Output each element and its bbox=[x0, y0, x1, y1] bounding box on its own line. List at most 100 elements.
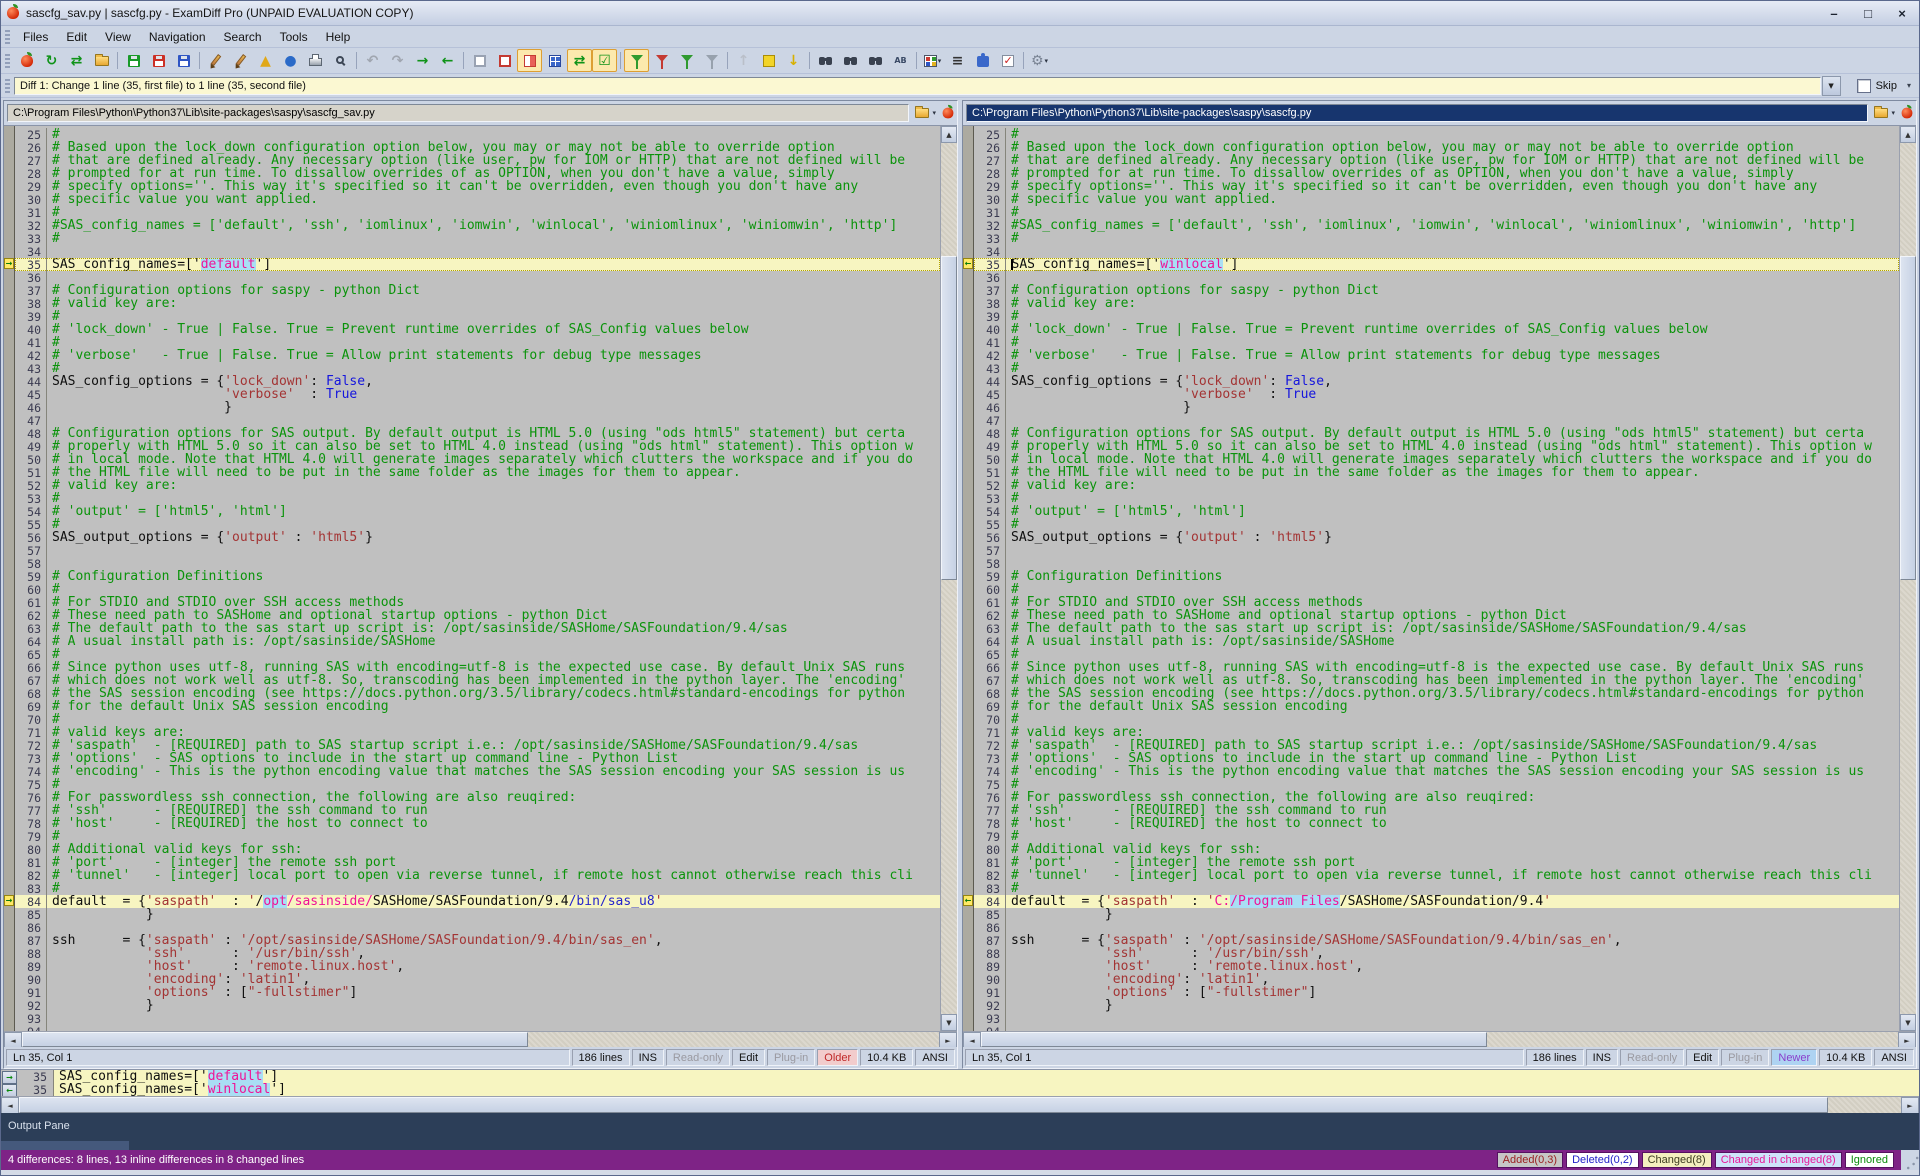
menu-view[interactable]: View bbox=[96, 28, 140, 46]
code-line-52[interactable]: 52# valid key are: bbox=[15, 479, 940, 492]
copy-left-marker-icon[interactable]: ← bbox=[963, 258, 973, 269]
code-line-65[interactable]: 65# bbox=[974, 648, 1899, 661]
filter-custom-icon[interactable] bbox=[699, 49, 724, 72]
filter-deleted-icon[interactable] bbox=[649, 49, 674, 72]
bottom-horizontal-scrollbar[interactable]: ◄ ► bbox=[1, 1096, 1919, 1113]
menu-edit[interactable]: Edit bbox=[57, 28, 96, 46]
diff-combo-dropdown[interactable]: ▼ bbox=[1822, 76, 1841, 96]
code-line-29[interactable]: 29# specify options=''. This way it's sp… bbox=[15, 180, 940, 193]
edit-second-file-icon[interactable] bbox=[228, 49, 253, 72]
code-line-55[interactable]: 55# bbox=[15, 518, 940, 531]
show-identical-icon[interactable] bbox=[467, 49, 492, 72]
code-line-33[interactable]: 33# bbox=[974, 232, 1899, 245]
next-diff-icon[interactable]: ↓ bbox=[781, 49, 806, 72]
code-line-59[interactable]: 59# Configuration Definitions bbox=[974, 570, 1899, 583]
code-line-79[interactable]: 79# bbox=[974, 830, 1899, 843]
code-line-47[interactable]: 47 bbox=[15, 414, 940, 427]
code-line-87[interactable]: 87ssh = {'saspath' : '/opt/sasinside/SAS… bbox=[15, 934, 940, 947]
code-line-68[interactable]: 68# the SAS session encoding (see https:… bbox=[974, 687, 1899, 700]
second-file-editor[interactable]: ←← 25#26# Based upon the lock_down confi… bbox=[963, 125, 1916, 1031]
menu-help[interactable]: Help bbox=[317, 28, 360, 46]
code-line-66[interactable]: 66# Since python uses utf-8, running SAS… bbox=[15, 661, 940, 674]
code-line-66[interactable]: 66# Since python uses utf-8, running SAS… bbox=[974, 661, 1899, 674]
first-hscroll-thumb[interactable] bbox=[22, 1032, 528, 1047]
code-line-56[interactable]: 56SAS_output_options = {'output' : 'html… bbox=[974, 531, 1899, 544]
code-line-82[interactable]: 82# 'tunnel' - [integer] local port to o… bbox=[15, 869, 940, 882]
code-line-82[interactable]: 82# 'tunnel' - [integer] local port to o… bbox=[974, 869, 1899, 882]
save-both-files-icon[interactable] bbox=[171, 49, 196, 72]
code-line-31[interactable]: 31# bbox=[974, 206, 1899, 219]
code-line-67[interactable]: 67# which does not work well as utf-8. S… bbox=[974, 674, 1899, 687]
code-line-57[interactable]: 57 bbox=[974, 544, 1899, 557]
code-line-25[interactable]: 25# bbox=[974, 128, 1899, 141]
code-line-28[interactable]: 28# prompted for at run time. To dissall… bbox=[974, 167, 1899, 180]
code-line-67[interactable]: 67# which does not work well as utf-8. S… bbox=[15, 674, 940, 687]
code-line-71[interactable]: 71# valid keys are: bbox=[974, 726, 1899, 739]
match-case-icon[interactable]: AB bbox=[888, 49, 913, 72]
code-line-31[interactable]: 31# bbox=[15, 206, 940, 219]
copy-right-marker-icon[interactable]: → bbox=[4, 258, 14, 269]
code-line-74[interactable]: 74# 'encoding' - This is the python enco… bbox=[974, 765, 1899, 778]
copy-left-marker-icon[interactable]: ← bbox=[963, 895, 973, 906]
code-line-30[interactable]: 30# specific value you want applied. bbox=[974, 193, 1899, 206]
code-line-42[interactable]: 42# 'verbose' - True | False. True = All… bbox=[15, 349, 940, 362]
code-line-58[interactable]: 58 bbox=[974, 557, 1899, 570]
code-line-65[interactable]: 65# bbox=[15, 648, 940, 661]
code-line-38[interactable]: 38# valid key are: bbox=[15, 297, 940, 310]
first-file-editor[interactable]: →→ 25#26# Based upon the lock_down confi… bbox=[4, 125, 957, 1031]
first-horizontal-scrollbar[interactable]: ◄ ► bbox=[4, 1031, 957, 1047]
code-line-61[interactable]: 61# For STDIO and STDIO over SSH access … bbox=[974, 596, 1899, 609]
code-line-41[interactable]: 41# bbox=[974, 336, 1899, 349]
sync-scroll-icon[interactable]: ⇄ bbox=[567, 49, 592, 72]
code-line-55[interactable]: 55# bbox=[974, 518, 1899, 531]
code-line-91[interactable]: 91 'options' : ["-fullstimer"] bbox=[974, 986, 1899, 999]
code-line-26[interactable]: 26# Based upon the lock_down configurati… bbox=[15, 141, 940, 154]
code-line-32[interactable]: 32#SAS_config_names = ['default', 'ssh',… bbox=[974, 219, 1899, 232]
diff-line-row[interactable]: ←35SAS_config_names=['winlocal'] bbox=[1, 1083, 1919, 1096]
second-vertical-scrollbar[interactable]: ▲ ▼ bbox=[1899, 126, 1916, 1031]
code-line-39[interactable]: 39# bbox=[15, 310, 940, 323]
skip-checkbox[interactable] bbox=[1857, 79, 1871, 93]
scroll-down-icon[interactable]: ▼ bbox=[1900, 1014, 1916, 1031]
code-line-45[interactable]: 45 'verbose' : True bbox=[15, 388, 940, 401]
code-line-73[interactable]: 73# 'options' - SAS options to include i… bbox=[15, 752, 940, 765]
code-line-45[interactable]: 45 'verbose' : True bbox=[974, 388, 1899, 401]
code-line-36[interactable]: 36 bbox=[15, 271, 940, 284]
code-line-94[interactable]: 94 bbox=[974, 1025, 1899, 1031]
toolbar-grip[interactable] bbox=[5, 54, 10, 68]
menu-tools[interactable]: Tools bbox=[271, 28, 317, 46]
code-line-81[interactable]: 81# 'port' - [integer] the remote ssh po… bbox=[15, 856, 940, 869]
split-view-icon[interactable] bbox=[517, 49, 542, 72]
statistics-icon[interactable] bbox=[995, 49, 1020, 72]
menu-navigation[interactable]: Navigation bbox=[140, 28, 215, 46]
second-file-open-button[interactable]: ▾ bbox=[1872, 107, 1897, 119]
code-line-72[interactable]: 72# 'saspath' - [REQUIRED] path to SAS s… bbox=[974, 739, 1899, 752]
menu-files[interactable]: Files bbox=[14, 28, 57, 46]
bottom-hscroll-track[interactable] bbox=[19, 1097, 1901, 1113]
copy-block-right-icon[interactable]: → bbox=[410, 49, 435, 72]
bottom-hscroll-thumb[interactable] bbox=[19, 1097, 1828, 1113]
code-line-73[interactable]: 73# 'options' - SAS options to include i… bbox=[974, 752, 1899, 765]
code-line-53[interactable]: 53# bbox=[974, 492, 1899, 505]
code-line-49[interactable]: 49# properly with HTML 5.0 so it can als… bbox=[974, 440, 1899, 453]
code-line-40[interactable]: 40# 'lock_down' - True | False. True = P… bbox=[974, 323, 1899, 336]
first-file-open-button[interactable]: ▾ bbox=[913, 107, 938, 119]
toolbar-overflow-icon[interactable]: ▾ bbox=[1907, 81, 1911, 90]
code-line-81[interactable]: 81# 'port' - [integer] the remote ssh po… bbox=[974, 856, 1899, 869]
copy-right-marker-icon[interactable]: → bbox=[2, 1071, 17, 1084]
code-line-78[interactable]: 78# 'host' - [REQUIRED] the host to conn… bbox=[974, 817, 1899, 830]
code-line-44[interactable]: 44SAS_config_options = {'lock_down': Fal… bbox=[15, 375, 940, 388]
maximize-button[interactable]: □ bbox=[1859, 6, 1877, 21]
code-line-60[interactable]: 60# bbox=[974, 583, 1899, 596]
code-line-25[interactable]: 25# bbox=[15, 128, 940, 141]
code-line-36[interactable]: 36 bbox=[974, 271, 1899, 284]
code-line-69[interactable]: 69# for the default Unix SAS session enc… bbox=[974, 700, 1899, 713]
compare-icon[interactable] bbox=[943, 108, 954, 119]
code-line-48[interactable]: 48# Configuration options for SAS output… bbox=[15, 427, 940, 440]
code-line-57[interactable]: 57 bbox=[15, 544, 940, 557]
code-line-77[interactable]: 77# 'ssh' - [REQUIRED] the ssh command t… bbox=[974, 804, 1899, 817]
code-line-43[interactable]: 43# bbox=[15, 362, 940, 375]
second-hscroll-track[interactable] bbox=[981, 1032, 1898, 1047]
code-line-92[interactable]: 92 } bbox=[15, 999, 940, 1012]
scroll-up-icon[interactable]: ▲ bbox=[1900, 126, 1916, 143]
